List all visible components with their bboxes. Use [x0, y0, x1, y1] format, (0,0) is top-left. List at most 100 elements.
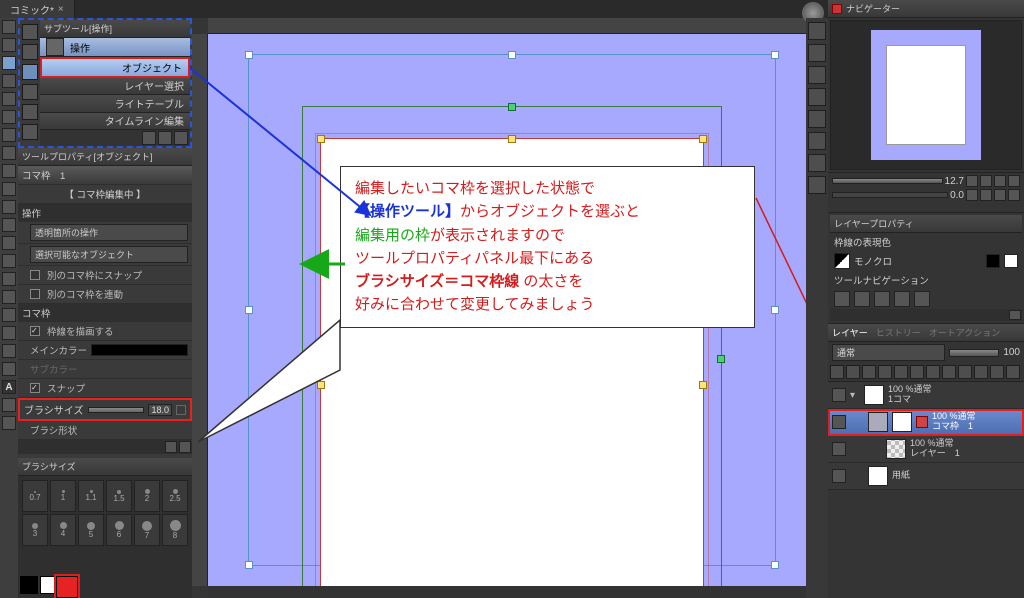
brush-preset[interactable]: 3	[22, 514, 48, 546]
subtool-footer-btn1[interactable]	[142, 131, 156, 145]
zoom-tool-icon[interactable]	[2, 20, 16, 34]
layer-btn-7[interactable]	[926, 365, 940, 379]
toolnav-icon-4[interactable]	[894, 291, 910, 307]
link-other-frame-checkbox[interactable]	[30, 289, 40, 299]
decoration-tool-icon[interactable]	[2, 236, 16, 250]
rt-icon-7[interactable]	[808, 154, 826, 172]
brush-preset[interactable]: 5	[78, 514, 104, 546]
ruler-vertical[interactable]	[192, 34, 208, 586]
navigator-header[interactable]: ナビゲーター	[828, 0, 1024, 18]
brush-preset[interactable]: 1.1	[78, 480, 104, 512]
brush-size-value[interactable]: 18.0	[148, 404, 172, 416]
toolprop-brushshape-row[interactable]: ブラシ形状	[18, 421, 192, 440]
subtool-footer-btn2[interactable]	[158, 131, 172, 145]
subtool-item-timeline-edit[interactable]: タイムライン編集	[40, 113, 190, 131]
toolnav-icon-1[interactable]	[834, 291, 850, 307]
toolprop-wrench-icon[interactable]	[179, 441, 191, 453]
brush-preset[interactable]: 1.5	[106, 480, 132, 512]
layer-item-group[interactable]: ▾ 100 %通常 1コマ	[828, 382, 1024, 409]
layer-btn-12[interactable]	[1006, 365, 1020, 379]
layer-item-layer1[interactable]: 100 %通常 レイヤー 1	[828, 436, 1024, 463]
toolnav-icon-5[interactable]	[914, 291, 930, 307]
layer-visibility-icon[interactable]	[832, 415, 846, 429]
layer-btn-3[interactable]	[862, 365, 876, 379]
subtool-header[interactable]: サブツール[操作]	[40, 20, 190, 38]
layer-item-frame[interactable]: 100 %通常 コマ枠 1	[828, 409, 1024, 436]
brush-tool-icon[interactable]	[2, 200, 16, 214]
zoom-100-icon[interactable]	[1008, 175, 1020, 187]
toolprop-frame-tab[interactable]: コマ枠 1	[18, 166, 192, 185]
rotate-left-icon[interactable]	[966, 189, 978, 201]
accent-color-swatch[interactable]	[56, 576, 78, 598]
marquee-tool-icon[interactable]	[2, 92, 16, 106]
scrollbar-horizontal[interactable]	[208, 586, 816, 598]
zoom-out-icon[interactable]	[966, 175, 978, 187]
pencil-tool-icon[interactable]	[2, 182, 16, 196]
move-tool-icon[interactable]	[2, 38, 16, 52]
layer-btn-6[interactable]	[910, 365, 924, 379]
brush-size-link-icon[interactable]	[176, 405, 186, 415]
navigator-preview[interactable]	[830, 20, 1022, 170]
document-tab[interactable]: コミック* ×	[0, 0, 75, 19]
folder-collapse-icon[interactable]: ▾	[850, 390, 860, 400]
subtool-item-layer-select[interactable]: レイヤー選択	[40, 78, 190, 96]
layer-btn-5[interactable]	[894, 365, 908, 379]
rt-icon-2[interactable]	[808, 44, 826, 62]
mini-operation-icon[interactable]	[22, 64, 38, 80]
mini-move-icon[interactable]	[22, 44, 38, 60]
layer-visibility-icon[interactable]	[832, 469, 846, 483]
blend-tool-icon[interactable]	[2, 272, 16, 286]
layer-btn-8[interactable]	[942, 365, 956, 379]
mini-marquee-icon[interactable]	[22, 104, 38, 120]
layer-tab-layers[interactable]: レイヤー	[832, 326, 868, 339]
toolprop-selectable-obj[interactable]: 選択可能なオブジェクト	[18, 244, 192, 266]
brush-preset[interactable]: 7	[134, 514, 160, 546]
rt-icon-6[interactable]	[808, 132, 826, 150]
layer-btn-2[interactable]	[846, 365, 860, 379]
layer-btn-4[interactable]	[878, 365, 892, 379]
navigator-thumb[interactable]	[871, 30, 981, 160]
draw-border-checkbox[interactable]	[30, 326, 40, 336]
zoom-in-icon[interactable]	[980, 175, 992, 187]
toolprop-transparent-op[interactable]: 透明箇所の操作	[18, 222, 192, 244]
subtool-item-object[interactable]: オブジェクト	[40, 57, 190, 78]
layer-btn-1[interactable]	[830, 365, 844, 379]
eyedropper-tool-icon[interactable]	[2, 146, 16, 160]
brush-preset[interactable]: 2	[134, 480, 160, 512]
text-tool-icon[interactable]: A	[2, 380, 16, 394]
correct-tool-icon[interactable]	[2, 416, 16, 430]
toolprop-maincolor-row[interactable]: メインカラー	[18, 341, 192, 360]
pen-tool-icon[interactable]	[2, 164, 16, 178]
brush-preset[interactable]: 2.5	[162, 480, 188, 512]
brush-preset[interactable]: 8	[162, 514, 188, 546]
layer-visibility-icon[interactable]	[832, 442, 846, 456]
close-tab-icon[interactable]: ×	[58, 4, 64, 15]
brush-size-row[interactable]: ブラシサイズ 18.0	[18, 398, 192, 421]
mini-dot-icon[interactable]	[22, 124, 38, 140]
rt-icon-1[interactable]	[808, 22, 826, 40]
blend-mode-select[interactable]: 通常	[832, 344, 945, 361]
brush-preset[interactable]: 1	[50, 480, 76, 512]
mini-zoom-icon[interactable]	[22, 24, 38, 40]
toolprop-header[interactable]: ツールプロパティ[オブジェクト]	[18, 148, 192, 166]
layerprop-mono-row[interactable]: モノクロ	[830, 251, 1022, 271]
toolnav-icon-3[interactable]	[874, 291, 890, 307]
brush-preset[interactable]: 0.7	[22, 480, 48, 512]
layer-btn-9[interactable]	[958, 365, 972, 379]
toolprop-link-other-frame-row[interactable]: 別のコマ枠を連動	[18, 285, 192, 304]
toolnav-icon-2[interactable]	[854, 291, 870, 307]
frame-tool-icon[interactable]	[2, 344, 16, 358]
flip-v-icon[interactable]	[1008, 189, 1020, 201]
toolprop-snap-other-frame-row[interactable]: 別のコマ枠にスナップ	[18, 266, 192, 285]
opacity-slider[interactable]	[949, 349, 999, 357]
snap-checkbox[interactable]	[30, 383, 40, 393]
fg-color-swatch[interactable]	[20, 576, 38, 594]
brush-preset[interactable]: 4	[50, 514, 76, 546]
main-color-swatch[interactable]	[91, 344, 188, 356]
balloon-tool-icon[interactable]	[2, 398, 16, 412]
rt-icon-4[interactable]	[808, 88, 826, 106]
rt-icon-8[interactable]	[808, 176, 826, 194]
zoom-slider[interactable]	[832, 178, 943, 184]
brush-preset[interactable]: 6	[106, 514, 132, 546]
mono-white-swatch[interactable]	[1004, 254, 1018, 268]
